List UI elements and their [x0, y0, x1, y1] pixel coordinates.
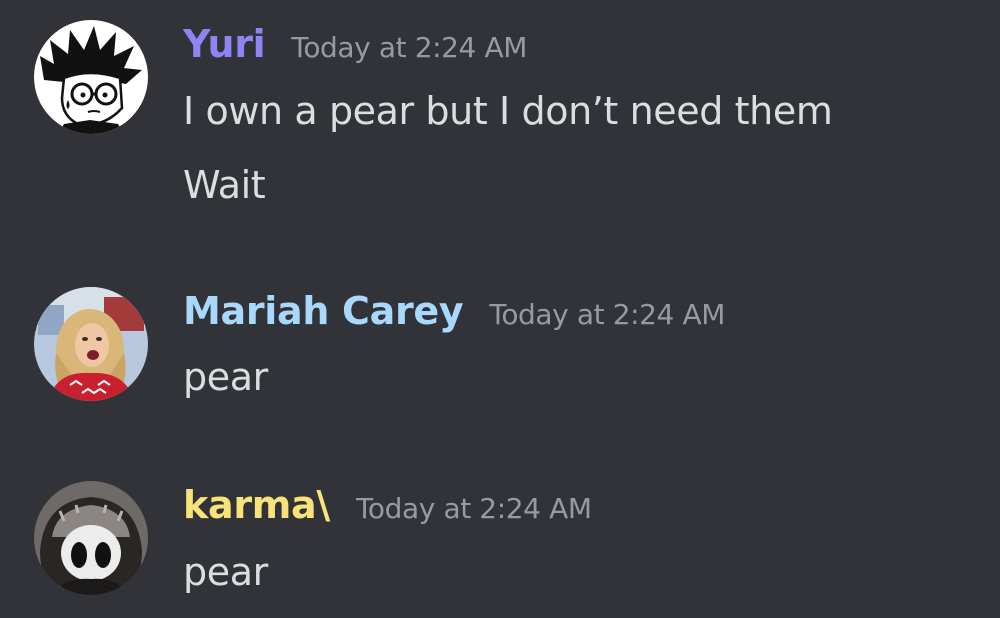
username[interactable]: Yuri — [183, 22, 266, 66]
woman-in-red-sweater-avatar[interactable] — [34, 287, 148, 401]
username[interactable]: Mariah Carey — [183, 289, 464, 333]
timestamp: Today at 2:24 AM — [489, 298, 725, 331]
chat-messages: Yuri Today at 2:24 AM I own a pear but I… — [0, 0, 1000, 618]
message-header: Mariah Carey Today at 2:24 AM — [183, 289, 725, 333]
message-text: pear — [183, 550, 268, 594]
message-text: pear — [183, 355, 268, 399]
message-header: karma\ Today at 2:24 AM — [183, 483, 592, 527]
cartoon-boy-with-glasses-avatar[interactable] — [34, 20, 148, 134]
message-text: Wait — [183, 163, 266, 207]
hooded-knight-avatar[interactable] — [34, 481, 148, 595]
message-text: I own a pear but I don’t need them — [183, 89, 833, 133]
timestamp: Today at 2:24 AM — [355, 492, 592, 525]
username[interactable]: karma\ — [183, 483, 330, 527]
message-header: Yuri Today at 2:24 AM — [183, 22, 527, 66]
timestamp: Today at 2:24 AM — [291, 31, 527, 64]
